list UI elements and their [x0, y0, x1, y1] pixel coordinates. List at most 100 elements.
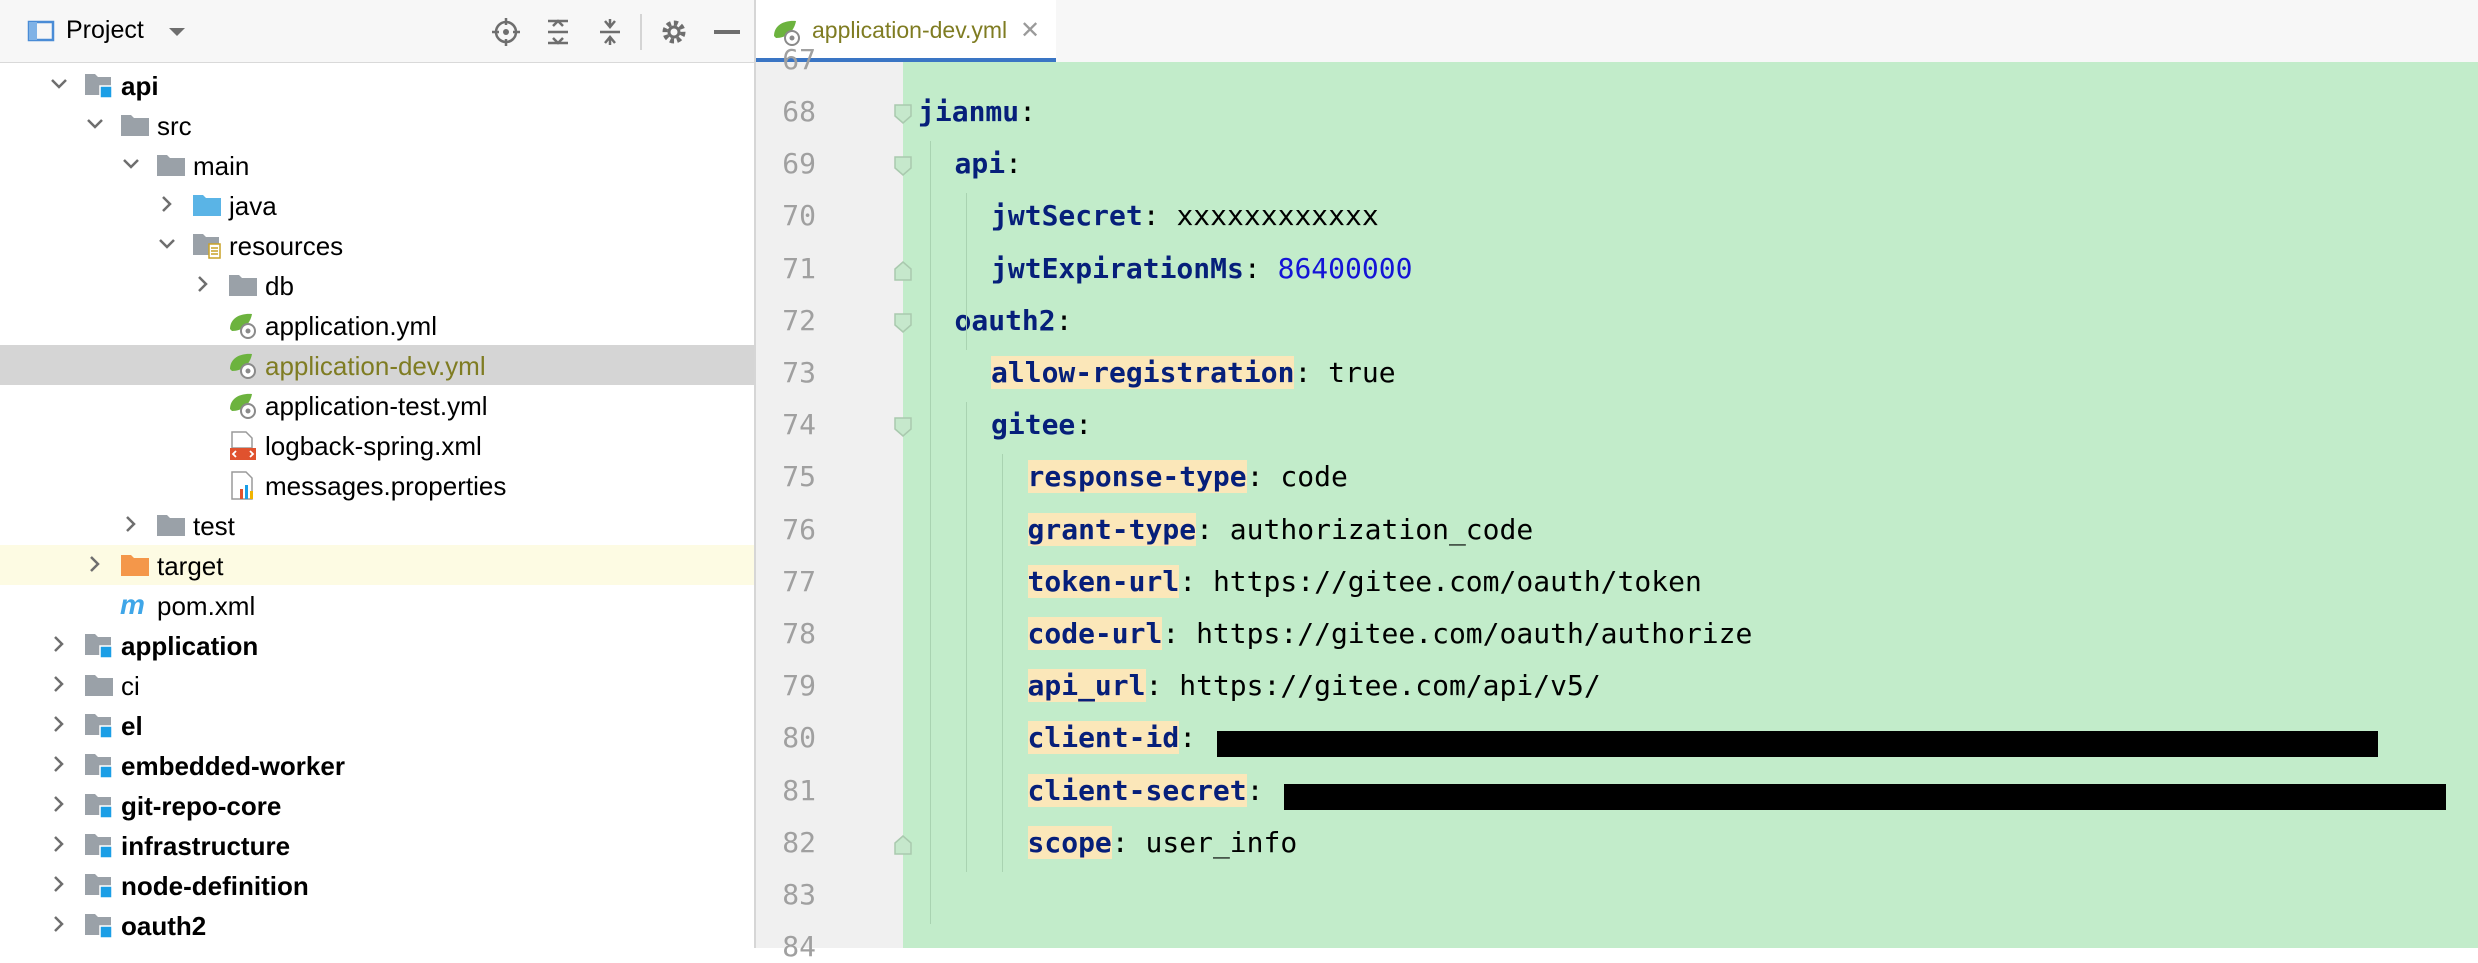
chevron-right-icon[interactable]: [48, 913, 70, 935]
chevron-right-icon[interactable]: [48, 873, 70, 895]
project-toolbar: Project: [0, 0, 754, 63]
tree-item[interactable]: application-dev.yml: [0, 345, 754, 385]
locate-icon[interactable]: [492, 18, 520, 46]
maven-icon: m: [120, 589, 150, 620]
resources-folder-icon: [192, 231, 222, 259]
tree-item[interactable]: java: [0, 185, 754, 225]
line-number: 71: [782, 251, 816, 285]
tree-item[interactable]: src: [0, 105, 754, 145]
tree-item-label: java: [229, 191, 277, 221]
yaml-value: xxxxxxxxxxxx: [1176, 199, 1379, 233]
yaml-separator: :: [1179, 721, 1213, 755]
tree-item-label: application-test.yml: [265, 391, 488, 421]
tree-item[interactable]: messages.properties: [0, 465, 754, 505]
collapse-all-icon[interactable]: [596, 18, 624, 46]
tree-item[interactable]: target: [0, 545, 754, 585]
tree-item-label: api: [121, 71, 159, 101]
gear-icon[interactable]: [660, 18, 688, 46]
tree-item[interactable]: main: [0, 145, 754, 185]
tree-item-label: pom.xml: [157, 591, 256, 621]
xml-file-icon: [228, 431, 258, 460]
module-folder-icon: [84, 711, 114, 739]
chevron-right-icon[interactable]: [48, 753, 70, 775]
fold-marker-icon[interactable]: [893, 155, 913, 177]
close-icon[interactable]: ✕: [1020, 16, 1040, 45]
yaml-value: true: [1328, 356, 1396, 389]
module-folder-icon: [84, 791, 114, 819]
yaml-separator: :: [1162, 617, 1197, 650]
folder-icon: [120, 111, 150, 139]
tree-item[interactable]: api: [0, 65, 754, 105]
tree-item[interactable]: node-definition: [0, 865, 754, 905]
line-number: 72: [782, 303, 816, 337]
line-number: 83: [782, 878, 816, 911]
yaml-value: code: [1280, 460, 1348, 494]
chevron-right-icon[interactable]: [48, 833, 70, 855]
expand-all-icon[interactable]: [544, 18, 572, 46]
fold-marker-icon[interactable]: [893, 312, 913, 334]
chevron-down-icon[interactable]: [156, 233, 178, 255]
yaml-key: jianmu: [918, 95, 1020, 128]
indent-guide: [1002, 454, 1003, 872]
code-line: client-secret:: [1027, 773, 1281, 807]
code-line: jwtExpirationMs: 86400000: [991, 252, 1412, 285]
project-title[interactable]: Project: [66, 16, 144, 45]
code-area[interactable]: [903, 62, 2478, 948]
yaml-value: authorization_code: [1229, 512, 1534, 546]
tree-item[interactable]: application.yml: [0, 305, 754, 345]
tree-item[interactable]: ci: [0, 665, 754, 705]
tree-item-label: application-dev.yml: [265, 351, 486, 381]
fold-marker-icon[interactable]: [893, 834, 913, 856]
line-number: 78: [782, 617, 816, 650]
yaml-key: allow-registration: [991, 356, 1295, 389]
folder-icon: [84, 671, 114, 699]
tree-item[interactable]: el: [0, 705, 754, 745]
tree-item[interactable]: db: [0, 265, 754, 305]
tree-item[interactable]: embedded-worker: [0, 745, 754, 785]
chevron-down-icon[interactable]: [166, 24, 188, 40]
fold-marker-icon[interactable]: [893, 103, 913, 125]
chevron-down-icon[interactable]: [120, 153, 142, 175]
code-line: grant-type: authorization_code: [1027, 512, 1534, 546]
code-line: response-type: code: [1027, 460, 1348, 494]
chevron-right-icon[interactable]: [48, 793, 70, 815]
project-view-icon: [26, 18, 56, 44]
code-line: jianmu:: [918, 95, 1036, 128]
tree-item[interactable]: test: [0, 505, 754, 545]
yaml-separator: :: [1246, 773, 1281, 807]
chevron-right-icon[interactable]: [192, 273, 214, 295]
properties-file-icon: [228, 471, 258, 500]
tree-item[interactable]: infrastructure: [0, 825, 754, 865]
line-number: 76: [782, 512, 816, 546]
tree-item[interactable]: git-repo-core: [0, 785, 754, 825]
fold-marker-icon[interactable]: [893, 416, 913, 438]
tree-item-label: target: [157, 551, 224, 581]
chevron-right-icon[interactable]: [120, 513, 142, 535]
chevron-right-icon[interactable]: [48, 713, 70, 735]
yaml-separator: :: [1294, 356, 1329, 389]
chevron-right-icon[interactable]: [84, 553, 106, 575]
tree-item[interactable]: oauth2: [0, 905, 754, 945]
fold-marker-icon[interactable]: [893, 260, 913, 282]
chevron-right-icon[interactable]: [48, 633, 70, 655]
line-number: 81: [782, 773, 816, 807]
tree-item-label: resources: [229, 231, 344, 261]
tree-item[interactable]: m pom.xml: [0, 585, 754, 625]
yaml-separator: :: [1075, 408, 1093, 442]
project-panel: Project api src main java resources db applica…: [0, 0, 756, 948]
yaml-separator: :: [1142, 199, 1177, 233]
chevron-down-icon[interactable]: [84, 113, 106, 135]
hide-icon[interactable]: [714, 30, 740, 34]
code-line: gitee:: [991, 408, 1092, 441]
module-folder-icon: [84, 871, 114, 899]
tree-item[interactable]: resources: [0, 225, 754, 265]
yaml-key: response-type: [1027, 460, 1247, 494]
yaml-separator: :: [1145, 669, 1180, 703]
chevron-down-icon[interactable]: [48, 73, 70, 95]
tree-item[interactable]: logback-spring.xml: [0, 425, 754, 465]
chevron-right-icon[interactable]: [156, 193, 178, 215]
tree-item[interactable]: application: [0, 625, 754, 665]
line-number: 70: [782, 199, 816, 233]
tree-item[interactable]: application-test.yml: [0, 385, 754, 425]
chevron-right-icon[interactable]: [48, 673, 70, 695]
